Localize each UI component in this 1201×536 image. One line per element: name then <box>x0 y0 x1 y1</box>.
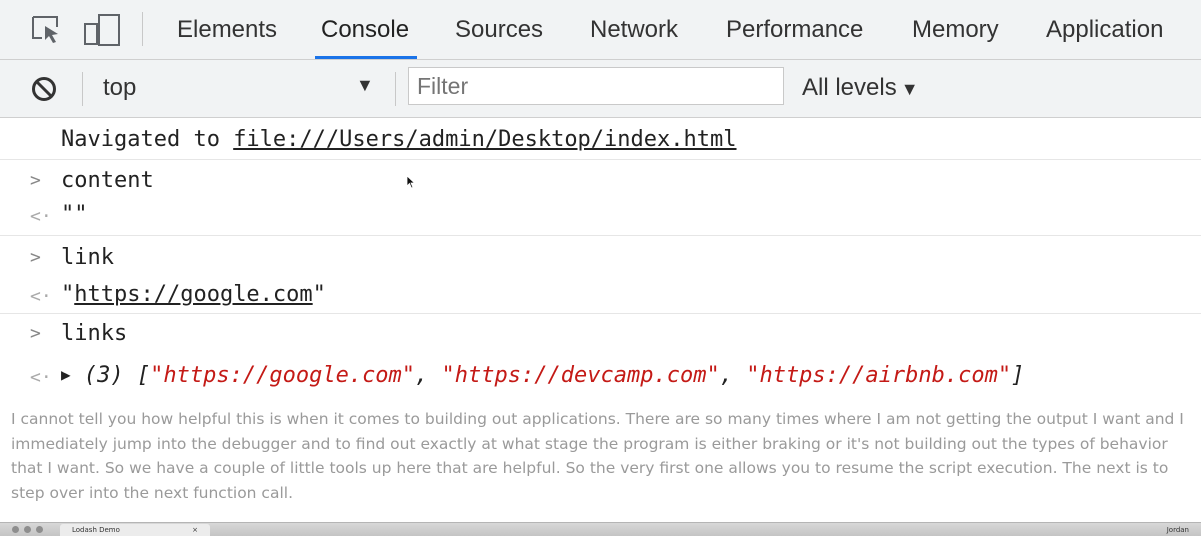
input-prompt-icon: > <box>30 170 41 191</box>
console-output: Navigated to file:///Users/admin/Desktop… <box>0 118 1201 398</box>
context-dropdown-icon: ▼ <box>356 75 374 95</box>
browser-tab-strip: Lodash Demo × Jordan <box>0 522 1201 536</box>
toolbar-separator <box>395 72 396 106</box>
browser-profile-name[interactable]: Jordan <box>1167 524 1189 536</box>
tab-memory[interactable]: Memory <box>912 0 999 59</box>
browser-tab[interactable]: Lodash Demo × <box>60 524 210 536</box>
input-prompt-icon: > <box>30 247 41 268</box>
array-close-bracket: ] <box>1011 363 1025 388</box>
console-result-text: "" <box>61 202 88 227</box>
window-minimize-dot[interactable] <box>24 526 31 533</box>
context-label: top <box>103 74 137 101</box>
tab-elements[interactable]: Elements <box>177 0 277 59</box>
devtools-tab-bar: Elements Console Sources Network Perform… <box>0 0 1201 60</box>
tab-performance[interactable]: Performance <box>726 0 863 59</box>
browser-tab-title: Lodash Demo <box>72 526 120 534</box>
navigated-prefix: Navigated to <box>61 127 234 152</box>
array-separator: , <box>415 363 442 388</box>
tab-sources[interactable]: Sources <box>455 0 543 59</box>
result-quote-open: " <box>61 282 75 307</box>
tab-application[interactable]: Application <box>1046 0 1163 59</box>
array-open-bracket: [ <box>136 363 151 388</box>
array-item: "https://google.com" <box>150 363 416 388</box>
levels-dropdown-icon: ▼ <box>900 79 919 99</box>
console-divider <box>0 159 1201 160</box>
log-levels-label: All levels <box>802 74 897 101</box>
console-toolbar: top ▼ All levels▼ <box>0 60 1201 118</box>
console-input-text: links <box>61 321 128 346</box>
result-link[interactable]: https://google.com <box>74 282 312 307</box>
clear-console-icon[interactable] <box>31 76 57 107</box>
array-item: "https://airbnb.com" <box>746 363 1012 388</box>
tab-network[interactable]: Network <box>590 0 678 59</box>
console-divider <box>0 235 1201 236</box>
tab-console[interactable]: Console <box>314 0 418 59</box>
console-divider <box>0 313 1201 314</box>
result-quote-close: " <box>312 282 326 307</box>
tab-bar-separator <box>142 12 143 46</box>
array-count: (3) <box>83 363 124 388</box>
filter-input[interactable] <box>408 67 784 105</box>
inspect-element-icon[interactable] <box>30 14 62 49</box>
toolbar-separator <box>82 72 83 106</box>
browser-tab-close-icon[interactable]: × <box>192 524 198 536</box>
window-close-dot[interactable] <box>12 526 19 533</box>
result-arrow-icon: <· <box>30 367 52 388</box>
device-toolbar-icon[interactable] <box>84 14 124 51</box>
array-separator: , <box>719 363 747 388</box>
console-input-text: link <box>61 245 114 270</box>
navigated-url-link[interactable]: file:///Users/admin/Desktop/index.html <box>233 127 736 152</box>
result-arrow-icon: <· <box>30 206 52 227</box>
log-levels-dropdown[interactable]: All levels ▼ <box>802 74 919 102</box>
array-item: "https://devcamp.com" <box>441 363 720 388</box>
mouse-cursor-icon <box>406 175 416 194</box>
console-input-text: content <box>61 168 154 193</box>
caption-text: I cannot tell you how helpful this is wh… <box>11 410 1184 502</box>
input-prompt-icon: > <box>30 323 41 344</box>
window-zoom-dot[interactable] <box>36 526 43 533</box>
result-arrow-icon: <· <box>30 286 52 307</box>
expand-triangle-icon[interactable]: ▶ <box>61 365 71 384</box>
